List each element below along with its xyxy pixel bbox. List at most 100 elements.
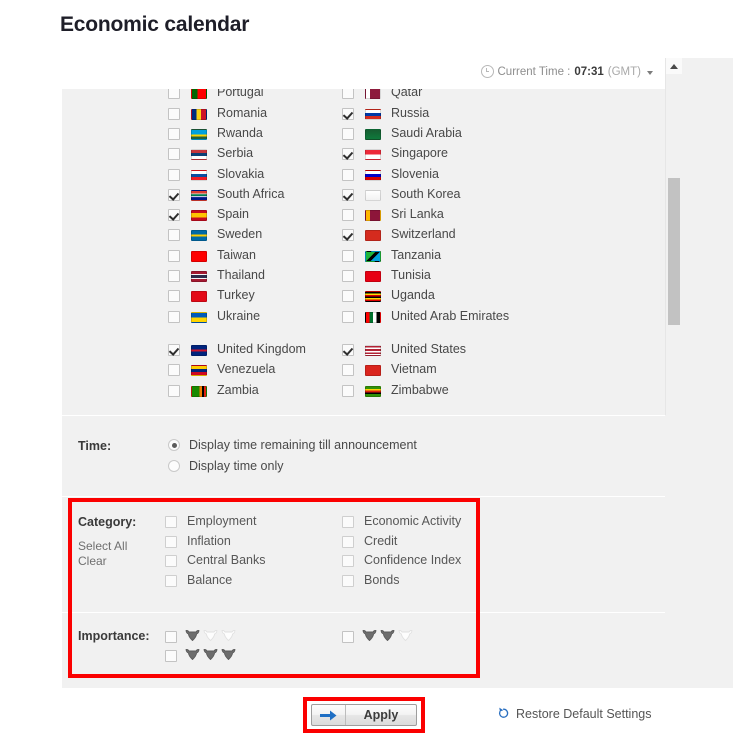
- country-checkbox[interactable]: [342, 310, 354, 323]
- country-checkbox[interactable]: [168, 310, 180, 323]
- country-row[interactable]: United Arab Emirates: [342, 309, 527, 323]
- country-checkbox[interactable]: [342, 209, 354, 222]
- country-row[interactable]: Russia: [342, 106, 527, 120]
- category-checkbox[interactable]: [342, 575, 354, 588]
- scrollbar-thumb[interactable]: [668, 178, 680, 325]
- country-row[interactable]: Rwanda: [168, 126, 343, 140]
- country-row[interactable]: Uganda: [342, 288, 527, 303]
- country-row[interactable]: Turkey: [168, 288, 343, 303]
- category-checkbox[interactable]: [165, 535, 177, 548]
- country-row[interactable]: Taiwan: [168, 247, 343, 262]
- apply-button[interactable]: Apply: [311, 704, 417, 726]
- country-list-scrollbar[interactable]: [665, 58, 682, 415]
- country-row[interactable]: Serbia: [168, 146, 343, 161]
- country-checkbox[interactable]: [342, 384, 354, 397]
- country-label: Singapore: [391, 146, 448, 161]
- category-checkbox-item[interactable]: Confidence Index: [342, 554, 461, 568]
- category-checkbox[interactable]: [165, 575, 177, 588]
- category-checkbox-item[interactable]: Balance: [165, 574, 232, 588]
- current-time-widget[interactable]: Current Time : 07:31 (GMT): [480, 65, 653, 78]
- country-checkbox[interactable]: [342, 168, 354, 181]
- importance-bulls-low[interactable]: [185, 629, 236, 642]
- category-checkbox[interactable]: [342, 535, 354, 548]
- country-row[interactable]: Singapore: [342, 146, 527, 161]
- country-row[interactable]: Zambia: [168, 383, 343, 397]
- country-row[interactable]: Romania: [168, 106, 343, 120]
- select-all-link[interactable]: Select All: [78, 539, 127, 553]
- country-checkbox[interactable]: [168, 188, 180, 201]
- country-row[interactable]: Venezuela: [168, 362, 343, 377]
- country-checkbox[interactable]: [168, 290, 180, 303]
- country-checkbox[interactable]: [168, 148, 180, 161]
- country-row[interactable]: Tunisia: [342, 268, 527, 282]
- country-row[interactable]: Vietnam: [342, 362, 527, 377]
- country-checkbox[interactable]: [342, 364, 354, 377]
- caret-up-icon[interactable]: [666, 58, 682, 74]
- country-checkbox[interactable]: [342, 127, 354, 140]
- country-row[interactable]: Switzerland: [342, 227, 527, 242]
- country-row[interactable]: Slovakia: [168, 167, 343, 181]
- flag-icon: [365, 385, 381, 397]
- country-label: Zimbabwe: [391, 382, 449, 397]
- country-row[interactable]: Zimbabwe: [342, 382, 527, 397]
- category-checkbox-item[interactable]: Credit: [342, 534, 397, 548]
- country-checkbox[interactable]: [342, 343, 354, 356]
- country-checkbox[interactable]: [168, 384, 180, 397]
- category-checkbox-item[interactable]: Inflation: [165, 534, 231, 548]
- chevron-down-icon[interactable]: [647, 70, 653, 75]
- category-checkbox[interactable]: [342, 555, 354, 568]
- flag-icon: [191, 149, 207, 161]
- country-checkbox[interactable]: [168, 127, 180, 140]
- country-row[interactable]: Thailand: [168, 268, 343, 282]
- category-checkbox[interactable]: [342, 516, 354, 528]
- country-checkbox[interactable]: [342, 148, 354, 161]
- country-checkbox[interactable]: [168, 107, 180, 120]
- time-option-label[interactable]: Display time only: [189, 459, 283, 473]
- time-option-radio[interactable]: [168, 460, 180, 472]
- country-row[interactable]: Slovenia: [342, 167, 527, 181]
- country-label: United States: [391, 341, 467, 356]
- time-option-radio[interactable]: [168, 439, 180, 451]
- category-checkbox-item[interactable]: Economic Activity: [342, 515, 461, 528]
- country-row[interactable]: United States: [342, 341, 527, 356]
- country-checkbox[interactable]: [168, 229, 180, 242]
- country-checkbox[interactable]: [168, 249, 180, 262]
- country-checkbox[interactable]: [168, 270, 180, 282]
- country-checkbox[interactable]: [168, 209, 180, 222]
- category-checkbox-item[interactable]: Central Banks: [165, 554, 266, 568]
- importance-bulls-high[interactable]: [185, 648, 236, 661]
- importance-checkbox-low[interactable]: [165, 631, 177, 643]
- country-checkbox[interactable]: [342, 87, 354, 100]
- country-row[interactable]: Ukraine: [168, 309, 343, 323]
- country-label: Taiwan: [217, 247, 256, 262]
- country-checkbox[interactable]: [342, 290, 354, 303]
- country-checkbox[interactable]: [342, 188, 354, 201]
- country-checkbox[interactable]: [168, 168, 180, 181]
- category-checkbox[interactable]: [165, 516, 177, 528]
- flag-icon: [365, 210, 381, 222]
- category-checkbox-item[interactable]: Employment: [165, 515, 256, 528]
- country-row[interactable]: Saudi Arabia: [342, 126, 527, 140]
- country-checkbox[interactable]: [342, 249, 354, 262]
- country-row[interactable]: Sri Lanka: [342, 207, 527, 222]
- country-row[interactable]: United Kingdom: [168, 342, 343, 356]
- country-row[interactable]: South Africa: [168, 187, 343, 201]
- restore-default-settings-link[interactable]: Restore Default Settings: [497, 706, 652, 722]
- country-checkbox[interactable]: [168, 87, 180, 100]
- country-checkbox[interactable]: [168, 343, 180, 356]
- category-checkbox[interactable]: [165, 555, 177, 568]
- country-row[interactable]: Sweden: [168, 227, 343, 242]
- country-checkbox[interactable]: [342, 229, 354, 242]
- country-checkbox[interactable]: [168, 364, 180, 377]
- importance-checkbox-high[interactable]: [165, 650, 177, 662]
- clear-link[interactable]: Clear: [78, 554, 107, 568]
- importance-bulls-medium[interactable]: [362, 629, 413, 642]
- country-row[interactable]: Spain: [168, 207, 343, 222]
- country-checkbox[interactable]: [342, 270, 354, 282]
- country-row[interactable]: South Korea: [342, 187, 527, 201]
- category-checkbox-item[interactable]: Bonds: [342, 574, 399, 588]
- country-row[interactable]: Tanzania: [342, 248, 527, 262]
- time-option-label[interactable]: Display time remaining till announcement: [189, 438, 417, 452]
- country-checkbox[interactable]: [342, 107, 354, 120]
- importance-checkbox-medium[interactable]: [342, 631, 354, 643]
